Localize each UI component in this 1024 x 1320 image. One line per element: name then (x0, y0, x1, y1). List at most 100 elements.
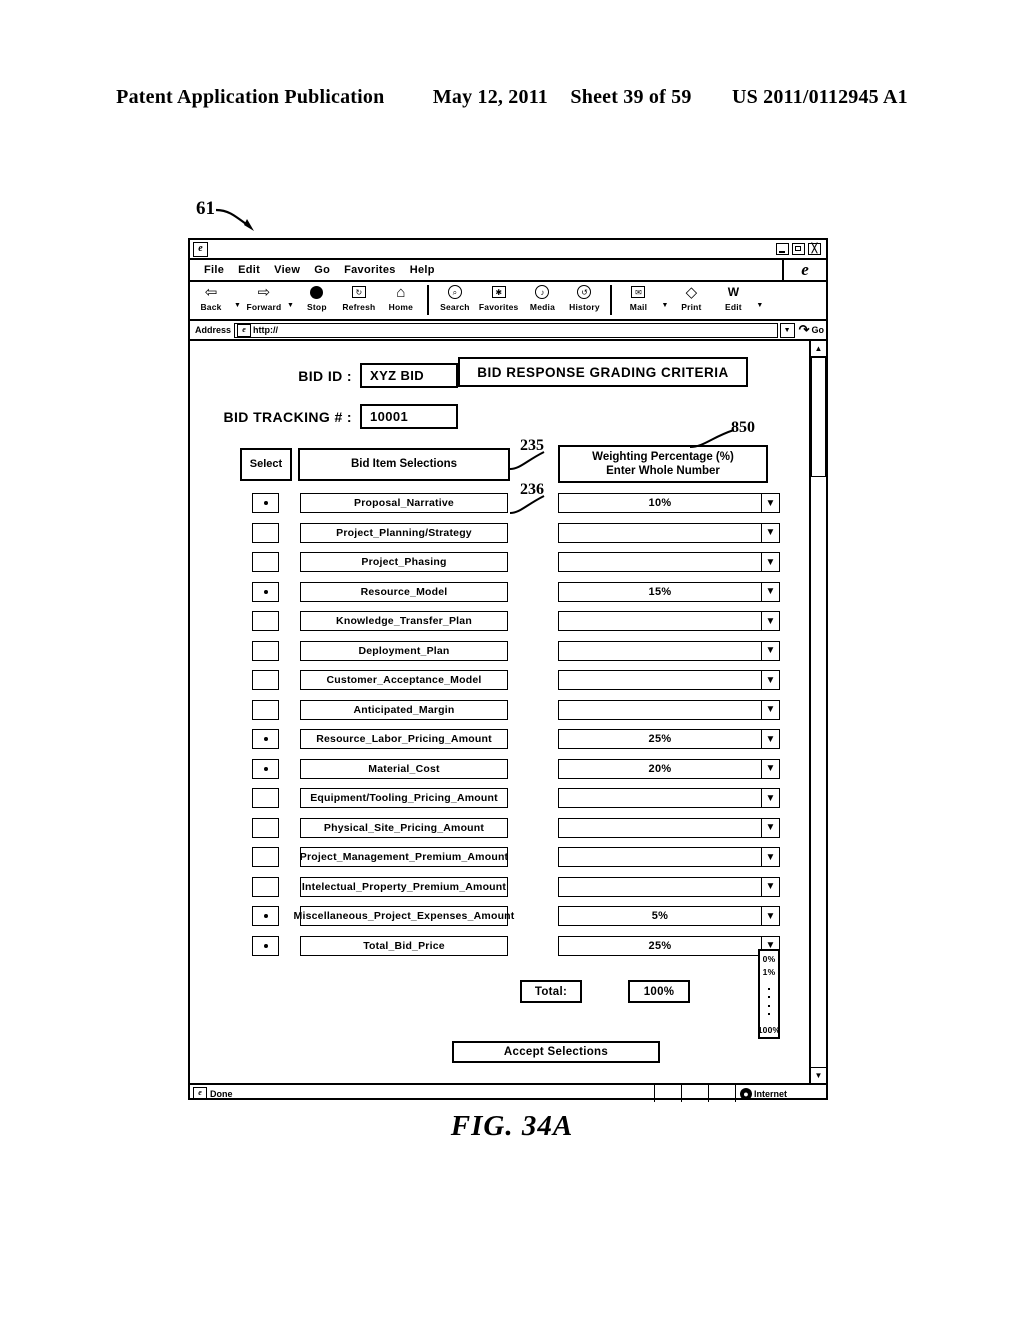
chevron-down-icon[interactable]: ▼ (761, 877, 779, 896)
chevron-down-icon[interactable]: ▼ (761, 612, 779, 630)
weighting-combobox[interactable]: ▼ (558, 788, 780, 808)
chevron-down-icon[interactable]: ▼ (761, 641, 779, 660)
bid-item-label[interactable]: Project_Phasing (300, 552, 508, 572)
weighting-dropdown-list[interactable]: 0% 1% 100% (758, 949, 780, 1039)
address-input[interactable]: e http:// (234, 322, 778, 338)
row-checkbox[interactable] (252, 758, 279, 779)
bid-tracking-field[interactable]: 10001 (360, 404, 458, 429)
weighting-combobox[interactable]: 25% ▼ (558, 935, 780, 956)
toolbar-forward-button[interactable]: ⇨ Forward (243, 283, 285, 313)
menu-file[interactable]: File (204, 264, 224, 276)
maximize-button[interactable] (792, 243, 805, 255)
toolbar-print-button[interactable]: ◇ Print (670, 283, 712, 313)
bid-item-label[interactable]: Deployment_Plan (300, 640, 508, 661)
toolbar-search-button[interactable]: ⌕ Search (434, 283, 476, 312)
bid-item-label[interactable]: Project_Management_Premium_Amount (300, 847, 508, 867)
bid-item-label[interactable]: Intelectual_Property_Premium_Amount (300, 876, 508, 897)
scroll-up-arrow-icon[interactable]: ▲ (811, 341, 826, 357)
bid-item-label[interactable]: Proposal_Narrative (300, 493, 508, 513)
row-checkbox[interactable] (252, 552, 279, 572)
chevron-down-icon[interactable]: ▼ (761, 582, 779, 601)
menu-edit[interactable]: Edit (238, 264, 260, 276)
bid-item-label[interactable]: Material_Cost (300, 758, 508, 779)
menu-view[interactable]: View (274, 264, 300, 276)
weighting-combobox[interactable]: 10% ▼ (558, 493, 780, 513)
mail-dropdown-caret-icon[interactable]: ▼ (659, 302, 670, 309)
menu-go[interactable]: Go (314, 264, 330, 276)
toolbar-media-button[interactable]: ♪ Media (521, 283, 563, 312)
weighting-combobox[interactable]: ▼ (558, 876, 780, 897)
forward-dropdown-caret-icon[interactable]: ▼ (285, 302, 296, 309)
weighting-combobox[interactable]: ▼ (558, 817, 780, 838)
weighting-combobox[interactable]: ▼ (558, 552, 780, 572)
bid-item-label[interactable]: Resource_Model (300, 581, 508, 602)
weighting-combobox[interactable]: 15% ▼ (558, 581, 780, 602)
bid-id-field[interactable]: XYZ BID (360, 363, 458, 388)
bid-item-label[interactable]: Total_Bid_Price (300, 935, 508, 956)
dropdown-option-first[interactable]: 0% (763, 953, 776, 966)
bid-item-label[interactable]: Equipment/Tooling_Pricing_Amount (300, 788, 508, 808)
bid-item-label[interactable]: Project_Planning/Strategy (300, 522, 508, 543)
bid-item-label[interactable]: Knowledge_Transfer_Plan (300, 611, 508, 631)
chevron-down-icon[interactable]: ▼ (761, 523, 779, 542)
weighting-combobox[interactable]: ▼ (558, 522, 780, 543)
row-checkbox[interactable] (252, 729, 279, 749)
row-checkbox[interactable] (252, 699, 279, 720)
weighting-combobox[interactable]: 5% ▼ (558, 906, 780, 926)
weighting-combobox[interactable]: 25% ▼ (558, 729, 780, 749)
chevron-down-icon[interactable]: ▼ (761, 700, 779, 719)
weighting-combobox[interactable]: ▼ (558, 640, 780, 661)
weighting-combobox[interactable]: 20% ▼ (558, 758, 780, 779)
row-checkbox[interactable] (252, 611, 279, 631)
chevron-down-icon[interactable]: ▼ (761, 671, 779, 689)
minimize-button[interactable] (776, 243, 789, 255)
dropdown-option-second[interactable]: 1% (763, 966, 776, 979)
row-checkbox[interactable] (252, 935, 279, 956)
weighting-combobox[interactable]: ▼ (558, 611, 780, 631)
weighting-combobox[interactable]: ▼ (558, 699, 780, 720)
bid-item-label[interactable]: Physical_Site_Pricing_Amount (300, 817, 508, 838)
row-checkbox[interactable] (252, 906, 279, 926)
weighting-combobox[interactable]: ▼ (558, 847, 780, 867)
accept-selections-button[interactable]: Accept Selections (452, 1041, 660, 1063)
menu-favorites[interactable]: Favorites (344, 264, 396, 276)
toolbar-edit-button[interactable]: W Edit (712, 283, 754, 313)
go-button[interactable]: ↷ Go (799, 322, 824, 338)
chevron-down-icon[interactable]: ▼ (761, 494, 779, 512)
chevron-down-icon[interactable]: ▼ (761, 907, 779, 925)
chevron-down-icon[interactable]: ▼ (761, 789, 779, 807)
scroll-down-arrow-icon[interactable]: ▼ (811, 1067, 826, 1083)
bid-item-label[interactable]: Anticipated_Margin (300, 699, 508, 720)
scrollbar-thumb[interactable] (811, 357, 826, 477)
row-checkbox[interactable] (252, 788, 279, 808)
toolbar-home-button[interactable]: ⌂ Home (380, 283, 422, 313)
edit-dropdown-caret-icon[interactable]: ▼ (754, 302, 765, 309)
close-button[interactable]: ╳ (808, 243, 821, 255)
row-checkbox[interactable] (252, 670, 279, 690)
row-checkbox[interactable] (252, 817, 279, 838)
chevron-down-icon[interactable]: ▼ (761, 730, 779, 748)
row-checkbox[interactable] (252, 581, 279, 602)
toolbar-favorites-button[interactable]: ✱ Favorites (476, 283, 522, 312)
chevron-down-icon[interactable]: ▼ (761, 848, 779, 866)
bid-item-label[interactable]: Resource_Labor_Pricing_Amount (300, 729, 508, 749)
toolbar-back-button[interactable]: ⇦ Back (190, 283, 232, 313)
chevron-down-icon[interactable]: ▼ (761, 818, 779, 837)
row-checkbox[interactable] (252, 847, 279, 867)
scrollbar-track[interactable] (811, 357, 826, 1067)
row-checkbox[interactable] (252, 493, 279, 513)
weighting-combobox[interactable]: ▼ (558, 670, 780, 690)
chevron-down-icon[interactable]: ▼ (761, 759, 779, 778)
vertical-scrollbar[interactable]: ▲ ▼ (809, 341, 826, 1083)
menu-help[interactable]: Help (410, 264, 435, 276)
back-dropdown-caret-icon[interactable]: ▼ (232, 302, 243, 309)
chevron-down-icon[interactable]: ▼ (761, 553, 779, 571)
bid-item-label[interactable]: Miscellaneous_Project_Expenses_Amount (294, 906, 514, 926)
row-checkbox[interactable] (252, 876, 279, 897)
toolbar-history-button[interactable]: ↺ History (563, 283, 605, 312)
dropdown-option-last[interactable]: 100% (758, 1024, 781, 1037)
address-dropdown-button[interactable]: ▼ (779, 322, 795, 338)
toolbar-stop-button[interactable]: Stop (296, 283, 338, 312)
row-checkbox[interactable] (252, 522, 279, 543)
row-checkbox[interactable] (252, 640, 279, 661)
